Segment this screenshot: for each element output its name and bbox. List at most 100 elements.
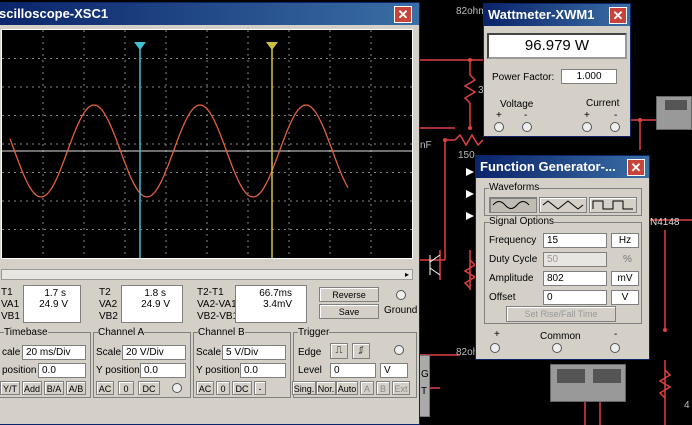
plus-label: +: [494, 329, 500, 340]
close-button[interactable]: ✕: [394, 6, 412, 23]
delta-vb-label: VB2-VB1: [197, 311, 239, 322]
channel-b-scale-label: Scale: [196, 347, 222, 358]
function-generator-titlebar[interactable]: Function Generator-...: [476, 156, 649, 178]
channel-b-ac-button[interactable]: AC: [196, 381, 214, 395]
resistor-label: 82ohm: [456, 6, 487, 17]
resistor-value-label: 150: [458, 150, 475, 161]
channel-a-scale-field[interactable]: 20 V/Div: [122, 345, 186, 360]
minus-terminal[interactable]: [610, 343, 620, 353]
sine-wave-button[interactable]: [489, 197, 537, 213]
ground-terminal[interactable]: [396, 290, 406, 300]
current-minus-terminal[interactable]: [610, 122, 620, 132]
rising-edge-icon: ⎍: [335, 345, 343, 356]
timebase-scale-label: cale: [2, 347, 21, 358]
t1-label: T1: [1, 287, 13, 298]
trigger-a-button[interactable]: A: [360, 381, 374, 395]
amplitude-label: Amplitude: [489, 273, 534, 284]
power-factor-value: 1.000: [561, 69, 617, 84]
multimeter-schematic-icon[interactable]: [550, 364, 626, 402]
close-button[interactable]: ✕: [627, 159, 645, 176]
delta-readout-box: 66.7ms 3.4mV: [235, 285, 307, 323]
voltage-minus-label: -: [524, 110, 528, 121]
t2-readout-box: 1.8 s 24.9 V: [121, 285, 183, 323]
channel-a-ac-button[interactable]: AC: [96, 381, 114, 395]
duty-cycle-unit: %: [623, 254, 632, 265]
sine-wave-icon: [492, 201, 530, 209]
channel-b-ypos-field[interactable]: 0.0: [240, 363, 286, 378]
amplitude-unit[interactable]: mV: [611, 271, 639, 286]
frequency-field[interactable]: 15: [543, 233, 607, 248]
offset-unit[interactable]: V: [611, 290, 639, 305]
frequency-unit[interactable]: Hz: [611, 233, 639, 248]
signal-options-label: Signal Options: [489, 216, 555, 227]
power-reading: 96.979 W: [487, 33, 627, 59]
timebase-scale-field[interactable]: 20 ms/Div: [22, 345, 86, 360]
display-icon: [557, 369, 585, 383]
reverse-button[interactable]: Reverse: [319, 287, 379, 302]
current-plus-label: +: [584, 110, 590, 121]
channel-a-zero-button[interactable]: 0: [118, 381, 134, 395]
cursor-2-handle[interactable]: [266, 42, 278, 50]
duty-cycle-label: Duty Cycle: [489, 254, 538, 265]
diode-label: N4148: [650, 217, 680, 228]
current-plus-terminal[interactable]: [582, 122, 592, 132]
plus-terminal[interactable]: [490, 343, 500, 353]
t2-label: T2: [99, 287, 111, 298]
va1-label: VA1: [1, 299, 20, 310]
channel-b-zero-button[interactable]: 0: [216, 381, 230, 395]
single-button[interactable]: Sing.: [292, 381, 316, 395]
channel-a-ypos-field[interactable]: 0.0: [140, 363, 186, 378]
scope-screen[interactable]: [1, 29, 413, 259]
trigger-terminal[interactable]: [394, 345, 404, 355]
triangle-wave-button[interactable]: [539, 197, 587, 213]
close-button[interactable]: ✕: [609, 7, 627, 24]
trigger-b-button[interactable]: B: [376, 381, 390, 395]
window-title: scilloscope-XSC1: [0, 6, 109, 21]
amplitude-field[interactable]: 802: [543, 271, 607, 286]
ab-button[interactable]: A/B: [66, 381, 86, 395]
auto-button[interactable]: Auto: [336, 381, 358, 395]
timebase-xpos-field[interactable]: 0.0: [38, 363, 86, 378]
falling-edge-icon: ⎎: [358, 345, 364, 356]
falling-edge-button[interactable]: ⎎: [352, 343, 370, 359]
cursor-1-handle[interactable]: [134, 42, 146, 50]
level-field[interactable]: 0: [330, 363, 376, 378]
oscilloscope-titlebar[interactable]: scilloscope-XSC1: [0, 3, 419, 25]
channel-a-dc-button[interactable]: DC: [138, 381, 160, 395]
triangle-wave-icon: [542, 200, 584, 210]
ba-button[interactable]: B/A: [44, 381, 64, 395]
channel-b-dc-button[interactable]: DC: [232, 381, 252, 395]
set-rise-fall-button[interactable]: Set Rise/Fall Time: [506, 306, 616, 322]
channel-a-terminal[interactable]: [172, 383, 182, 393]
trigger-header: Trigger: [298, 327, 330, 338]
delta-va-label: VA2-VA1: [197, 299, 237, 310]
level-unit[interactable]: V: [380, 363, 408, 378]
offset-field[interactable]: 0: [543, 290, 607, 305]
channel-b-scale-field[interactable]: 5 V/Div: [222, 345, 286, 360]
power-factor-label: Power Factor:: [492, 72, 555, 83]
save-button[interactable]: Save: [319, 304, 379, 319]
common-terminal[interactable]: [552, 343, 562, 353]
horizontal-scrollbar[interactable]: ▸: [1, 269, 413, 280]
t2-va: 24.9 V: [141, 299, 170, 310]
trigger-ext-button[interactable]: Ext: [392, 381, 410, 395]
duty-cycle-field[interactable]: 50: [543, 252, 607, 267]
yt-button[interactable]: Y/T: [0, 381, 20, 395]
channel-b-header: Channel B: [198, 327, 245, 338]
square-wave-icon: [592, 200, 633, 210]
voltage-plus-terminal[interactable]: [494, 122, 504, 132]
square-wave-button[interactable]: [589, 197, 637, 213]
rising-edge-button[interactable]: ⎍: [330, 343, 348, 359]
channel-b-minus-button[interactable]: -: [254, 381, 266, 395]
channel-a-group: Channel A Scale 20 V/Div Y position 0.0 …: [93, 327, 191, 398]
edge-label: Edge: [298, 347, 322, 358]
t1-readout-box: 1.7 s 24.9 V: [23, 285, 81, 323]
add-button[interactable]: Add: [22, 381, 42, 395]
channel-a-scale-label: Scale: [96, 347, 122, 358]
trigger-group: Trigger Edge ⎍ ⎎ Level 0 V Sing. Nor. Au…: [292, 327, 417, 398]
channel-a-header: Channel A: [98, 327, 145, 338]
normal-button[interactable]: Nor.: [316, 381, 336, 395]
voltage-minus-terminal[interactable]: [522, 122, 532, 132]
wattmeter-schematic-icon[interactable]: [656, 96, 692, 130]
scroll-right-arrow[interactable]: ▸: [402, 270, 412, 279]
